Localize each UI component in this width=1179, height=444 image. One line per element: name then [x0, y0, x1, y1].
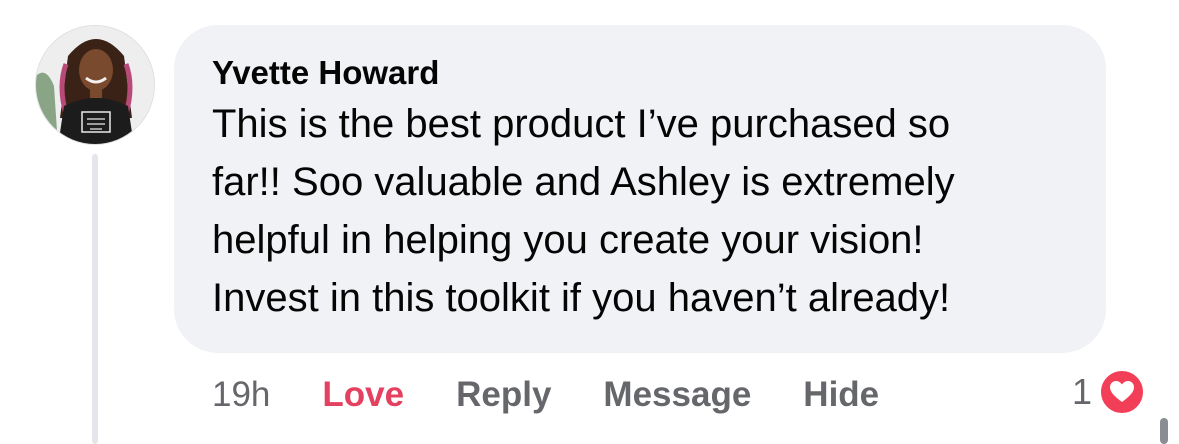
reply-button[interactable]: Reply — [456, 375, 551, 415]
scrollbar-thumb[interactable] — [1160, 418, 1168, 444]
comment-text: This is the best product I’ve purchased … — [212, 102, 955, 320]
thread-connector-line — [92, 154, 98, 444]
reaction-summary[interactable]: 1 — [1072, 366, 1147, 418]
hide-button[interactable]: Hide — [803, 375, 879, 415]
comment-bubble: Yvette Howard This is the best product I… — [174, 25, 1106, 353]
comment-screen: Yvette Howard This is the best product I… — [0, 0, 1179, 444]
comment-timestamp[interactable]: 19h — [212, 375, 270, 415]
love-reaction-button[interactable]: Love — [322, 375, 404, 415]
reaction-count: 1 — [1072, 371, 1093, 412]
message-button[interactable]: Message — [603, 375, 751, 415]
avatar[interactable] — [35, 25, 155, 145]
comment-author-name[interactable]: Yvette Howard — [212, 53, 1070, 93]
heart-icon — [1098, 368, 1147, 416]
avatar-photo — [36, 26, 154, 144]
comment-actions: 19h Love Reply Message Hide — [212, 370, 879, 420]
